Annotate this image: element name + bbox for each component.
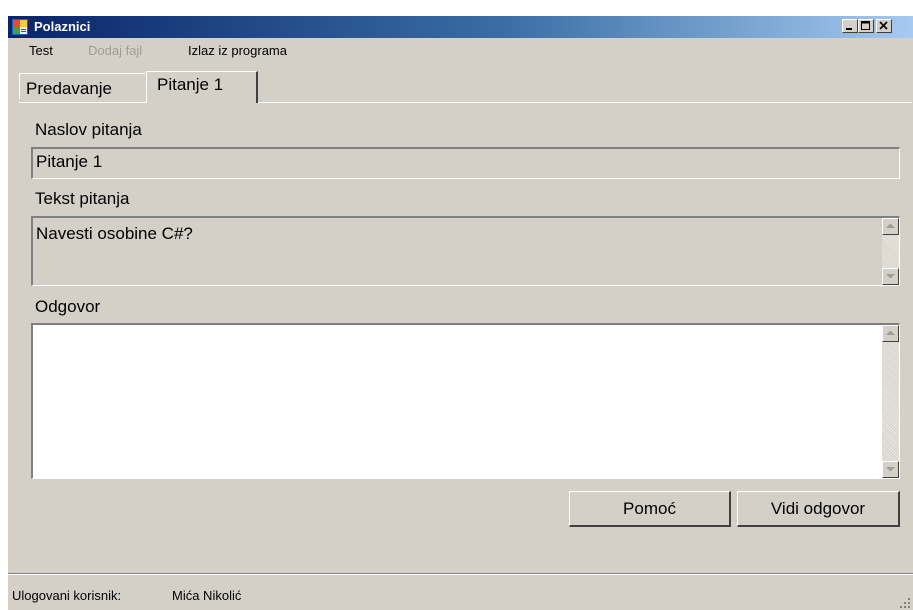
scroll-down-arrow-icon	[886, 467, 895, 472]
answer-field[interactable]	[31, 323, 900, 479]
question-title-label: Naslov pitanja	[35, 120, 142, 139]
window-app-icon[interactable]	[12, 19, 28, 35]
maximize-button[interactable]	[858, 19, 874, 33]
minimize-button[interactable]	[842, 19, 858, 33]
scroll-up-arrow-icon	[886, 223, 895, 228]
status-label: Ulogovani korisnik:	[12, 588, 122, 603]
scroll-up-arrow-icon	[886, 330, 895, 335]
window-title: Polaznici	[34, 19, 91, 34]
question-text-scrollbar[interactable]	[882, 218, 899, 285]
scroll-down-arrow-icon	[886, 274, 895, 279]
answer-label: Odgovor	[35, 297, 101, 316]
status-bar: Ulogovani korisnik: Mića Nikolić	[8, 573, 913, 610]
menu-bar: Test Dodaj fajl Izlaz iz programa	[8, 38, 913, 62]
menu-item-test[interactable]: Test	[29, 43, 53, 58]
minimize-icon	[846, 28, 852, 30]
question-title-value: Pitanje 1	[36, 152, 103, 171]
scroll-up-button[interactable]	[882, 218, 899, 235]
scroll-down-button[interactable]	[882, 268, 899, 285]
question-text-value: Navesti osobine C#?	[36, 224, 193, 243]
tab-predavanje[interactable]: Predavanje	[19, 73, 145, 99]
question-title-field[interactable]: Pitanje 1	[31, 147, 900, 179]
close-icon	[879, 21, 888, 30]
help-button[interactable]: Pomoć	[569, 491, 731, 527]
tab-panel: Naslov pitanja Pitanje 1 Tekst pitanja N…	[19, 102, 912, 558]
menu-item-add-file[interactable]: Dodaj fajl	[88, 43, 142, 58]
menu-item-exit[interactable]: Izlaz iz programa	[188, 43, 287, 58]
tab-pitanje-1[interactable]: Pitanje 1	[146, 71, 258, 103]
question-text-label: Tekst pitanja	[35, 189, 130, 208]
resize-grip-icon[interactable]	[899, 597, 911, 609]
maximize-icon	[861, 21, 870, 30]
title-bar[interactable]: Polaznici	[8, 16, 913, 38]
answer-scrollbar[interactable]	[882, 325, 899, 478]
status-user: Mića Nikolić	[172, 588, 242, 603]
question-text-field[interactable]: Navesti osobine C#?	[31, 216, 900, 286]
show-answer-button[interactable]: Vidi odgovor	[737, 491, 900, 527]
answer-scroll-down-button[interactable]	[882, 461, 899, 478]
main-window: Polaznici Test Dodaj fajl Izlaz iz progr…	[8, 16, 913, 610]
close-button[interactable]	[876, 19, 892, 33]
answer-scroll-up-button[interactable]	[882, 325, 899, 342]
